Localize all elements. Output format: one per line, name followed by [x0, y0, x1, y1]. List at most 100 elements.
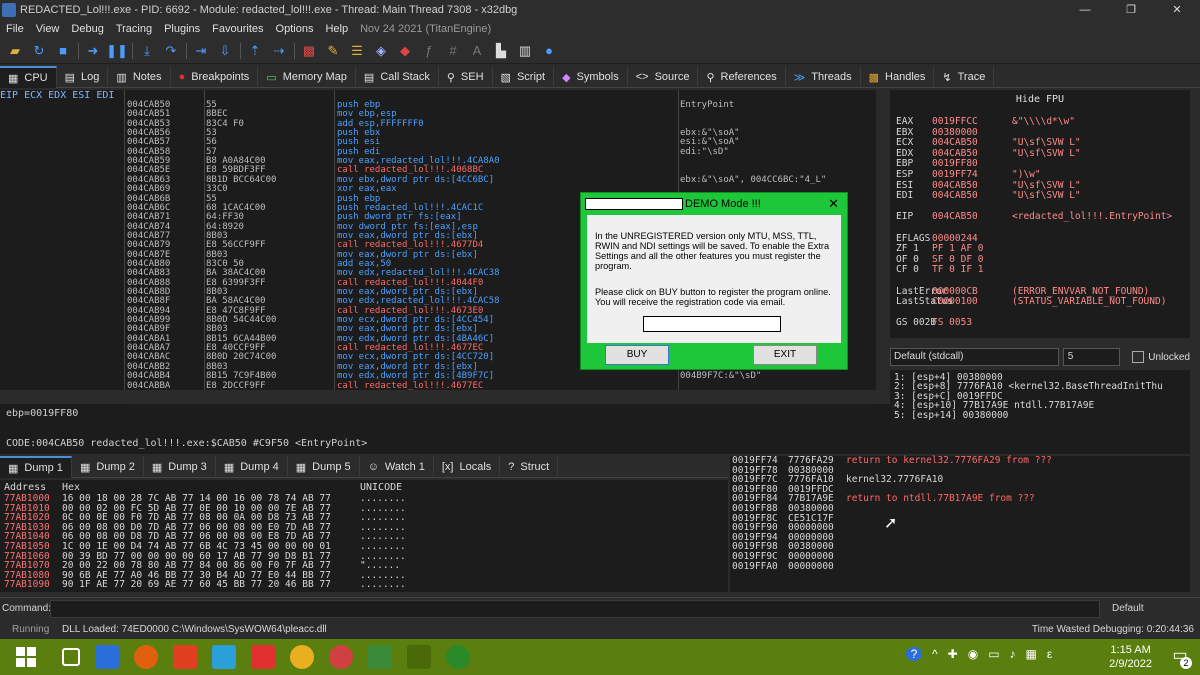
- tab-trace[interactable]: ↯ Trace: [934, 66, 995, 88]
- hash-icon[interactable]: #: [444, 42, 462, 60]
- tab-handles[interactable]: ▩ Handles: [861, 66, 935, 88]
- clock[interactable]: 1:15 AM 2/9/2022: [1109, 643, 1152, 671]
- register-row[interactable]: [896, 201, 1012, 211]
- tab-dump-8[interactable]: ? Struct: [500, 456, 559, 478]
- scylla-icon[interactable]: ▩: [300, 42, 318, 60]
- app-icon[interactable]: [212, 645, 236, 669]
- firefox-icon[interactable]: [134, 645, 158, 669]
- run-icon[interactable]: ➜: [84, 42, 102, 60]
- volume-icon[interactable]: ♪: [1010, 647, 1016, 661]
- register-row[interactable]: EBP 0019FF80: [896, 158, 1012, 169]
- patch-icon[interactable]: ✎: [324, 42, 342, 60]
- arg-count-stepper[interactable]: 5: [1062, 348, 1121, 366]
- register-row[interactable]: OF 0 SF 0 DF 0: [896, 254, 1012, 265]
- tab-script[interactable]: ▧ Script: [493, 66, 555, 88]
- tab-notes[interactable]: ▥ Notes: [108, 66, 171, 88]
- tab-dump-3[interactable]: ▦ Dump 3: [144, 456, 216, 478]
- register-row[interactable]: CF 0 TF 0 IF 1: [896, 264, 1012, 275]
- label-icon[interactable]: ◈: [372, 42, 390, 60]
- menu-favourites[interactable]: Favourites: [206, 23, 269, 35]
- register-row[interactable]: ECX 004CAB50 "U\sf\SVW L": [896, 137, 1081, 148]
- tab-dump-4[interactable]: ▦ Dump 4: [216, 456, 288, 478]
- menu-options[interactable]: Options: [270, 23, 320, 35]
- step-into-icon[interactable]: ⤓: [138, 42, 156, 60]
- calling-convention-select[interactable]: Default (stdcall): [890, 348, 1059, 366]
- register-row[interactable]: EDI 004CAB50 "U\sf\SVW L": [896, 190, 1081, 201]
- battery-icon[interactable]: ▭: [988, 647, 999, 661]
- buy-button[interactable]: BUY: [605, 345, 669, 365]
- network-icon[interactable]: ◉: [968, 647, 978, 661]
- tab-dump-7[interactable]: [x] Locals: [434, 456, 501, 478]
- restart-icon[interactable]: ↻: [30, 42, 48, 60]
- register-row[interactable]: LastError000000CB (ERROR_ENVVAR_NOT_FOUND…: [896, 286, 1149, 297]
- register-row[interactable]: [896, 307, 1012, 317]
- tab-references[interactable]: ⚲ References: [698, 66, 786, 88]
- function-icon[interactable]: ƒ: [420, 42, 438, 60]
- run-to-user-code-icon[interactable]: ⇢: [270, 42, 288, 60]
- tab-log[interactable]: ▤ Log: [57, 66, 109, 88]
- tab-dump-2[interactable]: ▦ Dump 2: [72, 456, 144, 478]
- tab-call-stack[interactable]: ▤ Call Stack: [356, 66, 439, 88]
- register-row[interactable]: EBX 00380000: [896, 127, 1012, 138]
- keyboard-icon[interactable]: ▦: [1026, 647, 1037, 661]
- tab-dump-1[interactable]: ▦ Dump 1: [0, 456, 72, 478]
- register-row[interactable]: ESI 004CAB50 "U\sf\SVW L": [896, 180, 1081, 191]
- register-row[interactable]: [896, 275, 1012, 285]
- minimize-button[interactable]: —: [1062, 0, 1108, 20]
- language-indicator[interactable]: ε: [1047, 647, 1052, 661]
- step-over-icon[interactable]: ↷: [162, 42, 180, 60]
- open-icon[interactable]: ▰: [6, 42, 24, 60]
- command-input[interactable]: [50, 600, 1100, 618]
- comment-icon[interactable]: ☰: [348, 42, 366, 60]
- trace-over-icon[interactable]: ⇩: [216, 42, 234, 60]
- tab-source[interactable]: <> Source: [628, 66, 699, 88]
- registers-panel[interactable]: Hide FPU EAX 0019FFCC &"\\\\d*\w" EBX 003800…: [890, 90, 1190, 338]
- pin-icon[interactable]: ▙: [492, 42, 510, 60]
- command-mode-select[interactable]: Default: [1112, 603, 1144, 614]
- menu-file[interactable]: File: [0, 23, 30, 35]
- help-icon[interactable]: ●: [540, 42, 558, 60]
- task-view-icon[interactable]: [62, 648, 80, 666]
- register-row[interactable]: EFLAGS 00000244: [896, 233, 1012, 244]
- outlook-icon[interactable]: [95, 645, 119, 669]
- stack-view[interactable]: 0019FF74 7776FA29 return to kernel32.7776F…: [730, 456, 1190, 592]
- tab-dump-5[interactable]: ▦ Dump 5: [288, 456, 360, 478]
- app-icon[interactable]: [407, 645, 431, 669]
- tab-memory-map[interactable]: ▭ Memory Map: [258, 66, 356, 88]
- font-icon[interactable]: A: [468, 42, 486, 60]
- execute-till-return-icon[interactable]: ⇡: [246, 42, 264, 60]
- hide-fpu-button[interactable]: Hide FPU: [890, 94, 1190, 105]
- register-row[interactable]: [896, 222, 1012, 232]
- register-row[interactable]: GS 002BFS 0053: [896, 317, 1012, 328]
- unlocked-checkbox[interactable]: [1132, 351, 1145, 363]
- stop-icon[interactable]: ■: [54, 42, 72, 60]
- pause-icon[interactable]: ❚❚: [106, 42, 128, 60]
- dump-view[interactable]: Address Hex UNICODE 77AB1000 16 00 18 00 …: [0, 480, 728, 592]
- app-icon[interactable]: [251, 645, 275, 669]
- tab-dump-6[interactable]: ☺ Watch 1: [360, 456, 434, 478]
- chevron-up-icon[interactable]: ^: [932, 647, 938, 661]
- bookmark-icon[interactable]: ◆: [396, 42, 414, 60]
- notification-icon[interactable]: ▭ 2: [1168, 645, 1192, 669]
- help-tray-icon[interactable]: ?: [906, 647, 922, 661]
- app-icon[interactable]: [446, 645, 470, 669]
- menu-tracing[interactable]: Tracing: [110, 23, 158, 35]
- calculator-icon[interactable]: ▥: [516, 42, 534, 60]
- tab-cpu[interactable]: ▦ CPU: [0, 66, 57, 88]
- app-icon[interactable]: [368, 645, 392, 669]
- argument-row[interactable]: 5: [esp+14] 00380000: [894, 410, 1008, 421]
- app-icon[interactable]: [173, 645, 197, 669]
- close-button[interactable]: ✕: [1154, 0, 1200, 20]
- chrome-icon[interactable]: [329, 645, 353, 669]
- disassembly-scrollbar[interactable]: [876, 90, 888, 390]
- dialog-close-button[interactable]: ✕: [828, 196, 839, 212]
- exit-button[interactable]: EXIT: [753, 345, 817, 365]
- menu-help[interactable]: Help: [319, 23, 354, 35]
- defender-icon[interactable]: ✚: [948, 647, 958, 661]
- tab-symbols[interactable]: ◆ Symbols: [554, 66, 628, 88]
- register-row[interactable]: EIP 004CAB50 <redacted_lol!!!.EntryPoint>: [896, 211, 1172, 222]
- trace-into-icon[interactable]: ⇥: [192, 42, 210, 60]
- chrome-icon[interactable]: [290, 645, 314, 669]
- arguments-panel[interactable]: 1: [esp+4] 00380000 2: [esp+8] 7776FA10 <…: [890, 370, 1190, 421]
- maximize-button[interactable]: ❐: [1108, 0, 1154, 20]
